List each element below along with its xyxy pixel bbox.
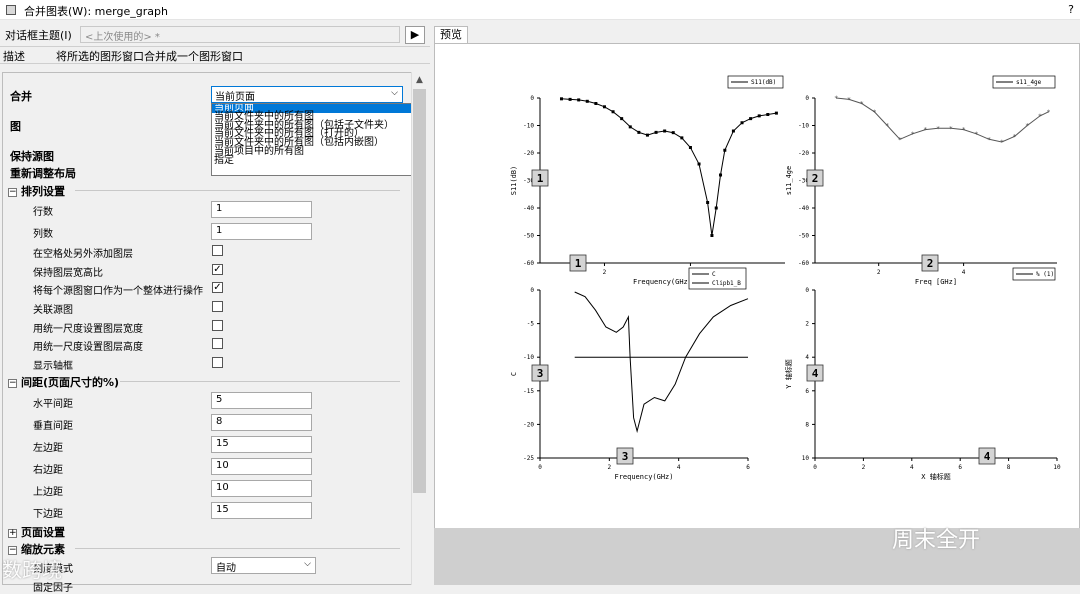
panel-scrollbar[interactable]: ▲ [411, 72, 427, 585]
keep-source-label: 保持源图 [10, 150, 54, 163]
relayout-label: 重新调整布局 [10, 167, 76, 180]
spacing-section-title: 间距(页面尺寸的%) [21, 376, 120, 389]
page-settings-header[interactable]: + 页面设置 [8, 524, 65, 540]
uniform-width-checkbox[interactable] [212, 320, 223, 331]
add-layer-label: 在空格处另外添加图层 [33, 249, 133, 260]
h-spacing-input[interactable]: 5 [211, 392, 312, 409]
title-bar: 合并图表(W): merge_graph ? [0, 0, 1080, 20]
show-frame-label: 显示轴框 [33, 361, 73, 372]
collapse-icon[interactable]: − [8, 187, 17, 197]
app-icon [6, 5, 16, 15]
theme-label: 对话框主题(I) [5, 29, 72, 42]
section-divider [120, 381, 400, 382]
v-spacing-label: 垂直间距 [33, 421, 73, 432]
watermark-right: 周末全开 [892, 528, 981, 553]
add-layer-checkbox[interactable] [212, 245, 223, 256]
bottom-margin-input[interactable]: 15 [211, 502, 312, 519]
theme-row: 对话框主题(I) <上次使用的> * ▶ [0, 24, 430, 46]
arrange-section-title: 排列设置 [21, 185, 65, 198]
theme-menu-arrow-icon[interactable]: ▶ [405, 26, 425, 44]
uniform-height-label: 用统一尺度设置图层高度 [33, 342, 143, 353]
left-margin-label: 左边距 [33, 443, 63, 454]
whole-label: 将每个源图窗口作为一个整体进行操作 [33, 286, 203, 297]
preview-page-margin [434, 528, 1080, 585]
description-row: 描述 将所选的图形窗口合并成一个图形窗口 [0, 46, 430, 64]
merge-label: 合并 [10, 90, 32, 103]
cols-input[interactable]: 1 [211, 223, 312, 240]
link-source-label: 关联源图 [33, 305, 73, 316]
right-margin-label: 右边距 [33, 465, 63, 476]
watermark-left: 数跨境 [2, 558, 62, 582]
scroll-thumb[interactable] [413, 89, 426, 493]
h-spacing-label: 水平间距 [33, 399, 73, 410]
section-divider [75, 548, 400, 549]
chevron-down-icon: ⌵ [391, 88, 398, 98]
link-source-checkbox[interactable] [212, 301, 223, 312]
description-label: 描述 [3, 50, 25, 63]
spacing-section-header[interactable]: − 间距(页面尺寸的%) [8, 374, 119, 390]
top-margin-label: 上边距 [33, 487, 63, 498]
right-margin-input[interactable]: 10 [211, 458, 312, 475]
merge-option[interactable]: 当前项目中的所有图 [212, 147, 415, 157]
uniform-width-label: 用统一尺度设置图层宽度 [33, 324, 143, 335]
merge-dropdown-list: 当前页面 当前文件夹中的所有图 当前文件夹中的所有图（包括子文件夹） 当前文件夹… [211, 103, 416, 176]
graph-label: 图 [10, 120, 21, 133]
scale-mode-select[interactable]: 自动 ⌵ [211, 557, 316, 574]
description-text: 将所选的图形窗口合并成一个图形窗口 [56, 50, 243, 63]
left-margin-input[interactable]: 15 [211, 436, 312, 453]
rows-label: 行数 [33, 207, 53, 218]
whole-checkbox[interactable]: ✓ [212, 282, 223, 293]
collapse-icon[interactable]: − [8, 378, 17, 388]
cols-label: 列数 [33, 229, 53, 240]
tab-preview[interactable]: 预览 [434, 26, 468, 43]
keep-ratio-checkbox[interactable]: ✓ [212, 264, 223, 275]
show-frame-checkbox[interactable] [212, 357, 223, 368]
section-divider [75, 190, 400, 191]
expand-icon[interactable]: + [8, 528, 17, 538]
uniform-height-checkbox[interactable] [212, 338, 223, 349]
merge-select[interactable]: 当前页面 ⌵ [211, 86, 403, 103]
top-margin-input[interactable]: 10 [211, 480, 312, 497]
arrange-section-header[interactable]: − 排列设置 [8, 183, 65, 199]
preview-pane [434, 43, 1080, 585]
window-title: 合并图表(W): merge_graph [24, 5, 168, 18]
merge-option[interactable]: 指定 [212, 155, 415, 166]
rows-input[interactable]: 1 [211, 201, 312, 218]
merge-selected-value: 当前页面 [215, 92, 255, 103]
help-button[interactable]: ? [1068, 3, 1074, 16]
bottom-margin-label: 下边距 [33, 509, 63, 520]
chevron-down-icon: ⌵ [304, 559, 311, 569]
scroll-up-icon[interactable]: ▲ [412, 72, 427, 88]
page-settings-title: 页面设置 [21, 526, 65, 539]
theme-input[interactable]: <上次使用的> * [80, 26, 400, 43]
v-spacing-input[interactable]: 8 [211, 414, 312, 431]
keep-ratio-label: 保持图层宽高比 [33, 268, 103, 279]
scale-mode-value: 自动 [216, 563, 236, 574]
